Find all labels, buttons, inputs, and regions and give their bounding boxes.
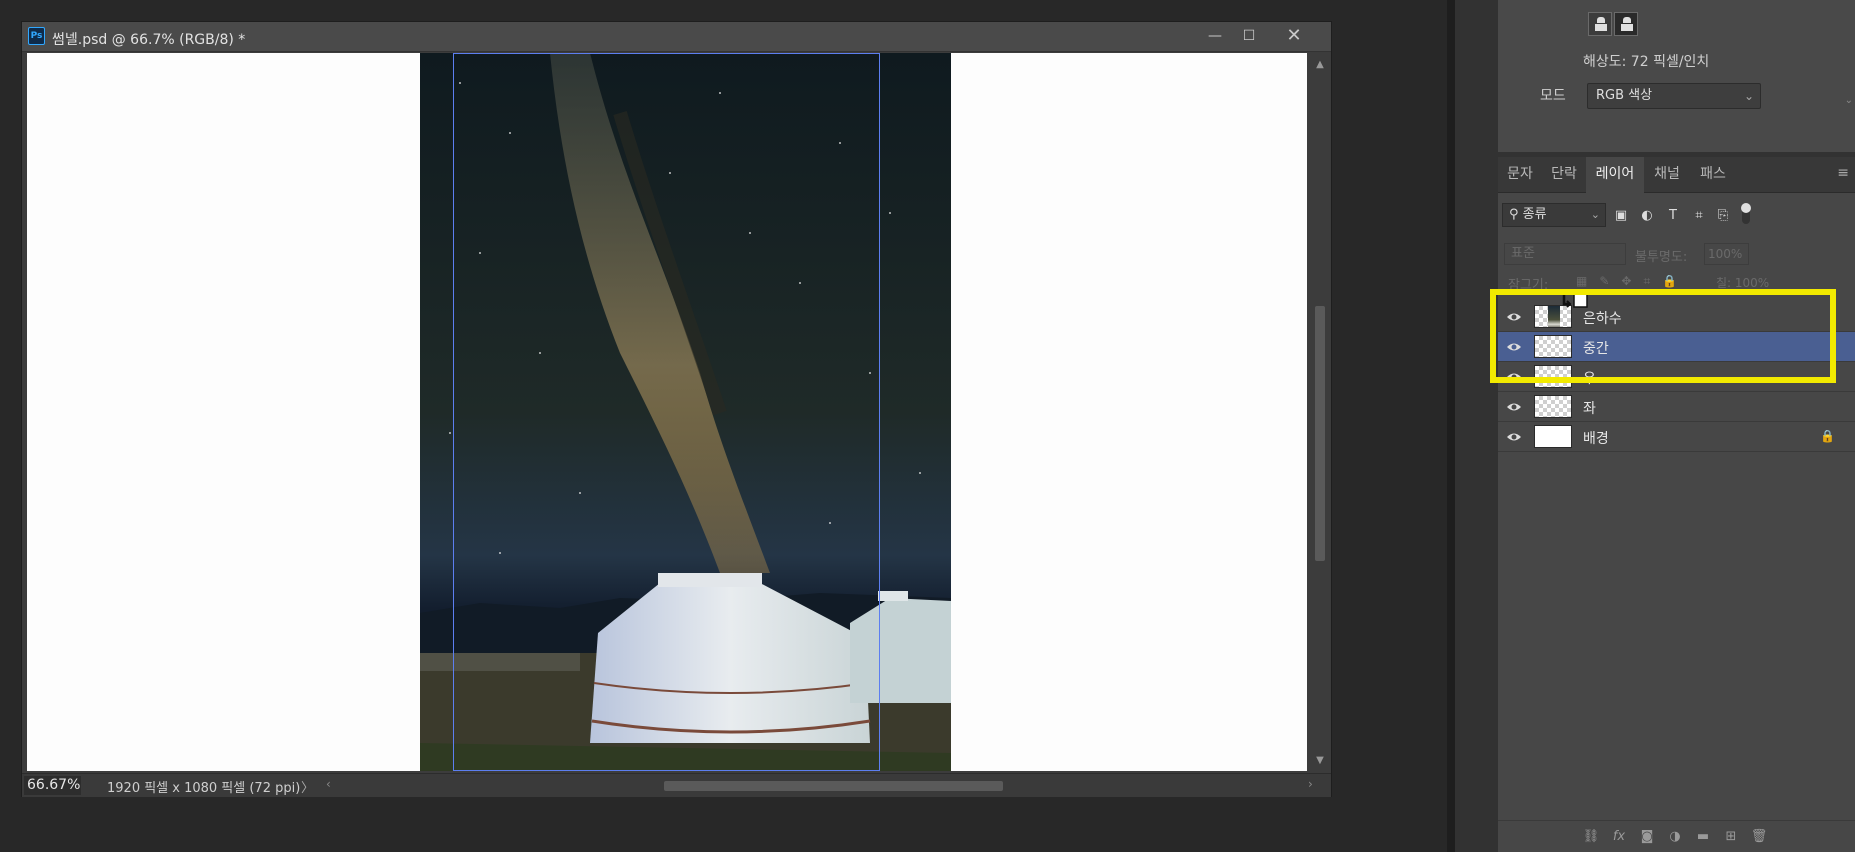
layer-name: 배경	[1583, 431, 1609, 447]
properties-panel: 해상도: 72 픽셀/인치 모드 RGB 색상 ⌄ ⌄	[1498, 0, 1855, 152]
layer-name: 은하수	[1583, 311, 1622, 327]
layer-row-background[interactable]: 배경 🔒	[1498, 422, 1855, 452]
shape-filter-icon[interactable]: ⌗	[1690, 208, 1708, 224]
color-mode-select[interactable]: RGB 색상 ⌄	[1587, 83, 1761, 109]
layer-row-right[interactable]: 우	[1498, 362, 1855, 392]
layer-kind-select[interactable]: ⚲ 종류 ⌄	[1502, 203, 1606, 227]
maximize-button[interactable]: ☐	[1232, 22, 1266, 52]
link-layers-icon[interactable]: ⛓	[1582, 829, 1600, 845]
filter-toggle[interactable]	[1741, 203, 1751, 224]
panel-menu-icon[interactable]: ≡	[1837, 165, 1849, 181]
chevron-down-icon: ⌄	[1590, 208, 1600, 221]
fx-icon[interactable]: fx	[1610, 829, 1628, 845]
eye-icon[interactable]	[1506, 309, 1522, 325]
eye-icon[interactable]	[1506, 339, 1522, 355]
smart-object-filter-icon[interactable]: ⎘	[1714, 208, 1732, 224]
new-layer-icon[interactable]: ⊞	[1722, 829, 1740, 845]
type-filter-icon[interactable]: T	[1664, 208, 1682, 224]
eye-icon[interactable]	[1506, 399, 1522, 415]
minimize-button[interactable]: —	[1198, 22, 1232, 52]
blend-mode-select[interactable]: 표준	[1504, 243, 1626, 265]
adjustment-filter-icon[interactable]: ◐	[1638, 208, 1656, 224]
search-icon: ⚲	[1509, 207, 1519, 222]
scroll-down-icon[interactable]: ▼	[1310, 755, 1330, 766]
fill-label: 칠: 100%	[1716, 276, 1770, 290]
layers-list: 은하수 중간 우 좌 배경 🔒	[1498, 302, 1855, 452]
trash-icon[interactable]: 🗑	[1750, 829, 1768, 845]
chevron-down-icon: ⌄	[1743, 89, 1754, 103]
resolution-text: 해상도: 72 픽셀/인치	[1583, 54, 1710, 70]
layers-panel: 문자 단락 레이어 채널 패스 ≡ ⚲ 종류 ⌄ ▣ ◐ T ⌗ ⎘ 표준 불투…	[1498, 157, 1855, 852]
document-title-bar[interactable]: Ps 썸넬.psd @ 66.7% (RGB/8) * — ☐ ✕	[22, 22, 1331, 52]
mode-label: 모드	[1540, 88, 1566, 104]
right-panels: 해상도: 72 픽셀/인치 모드 RGB 색상 ⌄ ⌄ 문자 단락 레이어 채널…	[1455, 0, 1855, 852]
tab-paragraph[interactable]: 단락	[1542, 157, 1586, 193]
new-group-icon[interactable]: ▬	[1694, 829, 1712, 845]
layer-name: 좌	[1583, 401, 1596, 417]
close-button[interactable]: ✕	[1277, 22, 1311, 52]
layer-filter-row: ⚲ 종류 ⌄ ▣ ◐ T ⌗ ⎘	[1498, 201, 1855, 231]
add-mask-icon[interactable]: ◙	[1638, 829, 1656, 845]
lock-row: 잠그기: ▦✎✥⌗🔒 칠: 100%	[1498, 274, 1855, 296]
landscape-orientation-icon[interactable]	[1614, 12, 1638, 36]
layer-thumbnail	[1534, 395, 1572, 418]
layer-row-middle[interactable]: 중간	[1498, 332, 1855, 362]
scroll-left-icon[interactable]: ‹	[326, 777, 331, 791]
pixel-filter-icon[interactable]: ▣	[1612, 208, 1630, 224]
layers-bottom-bar: ⛓ fx ◙ ◑ ▬ ⊞ 🗑	[1498, 820, 1855, 852]
scroll-up-icon[interactable]: ▲	[1310, 59, 1330, 70]
layer-name: 중간	[1583, 341, 1609, 357]
layer-kind-value: 종류	[1522, 207, 1547, 222]
status-bar: 66.67% 1920 픽셀 x 1080 픽셀 (72 ppi) 〉 ‹ ›	[22, 773, 1331, 797]
panel-tabs: 문자 단락 레이어 채널 패스 ≡	[1498, 157, 1855, 193]
adjustment-layer-icon[interactable]: ◑	[1666, 829, 1684, 845]
panel-divider[interactable]	[1447, 0, 1455, 852]
horizontal-scrollbar[interactable]: ‹ ›	[322, 776, 1317, 795]
scroll-right-icon[interactable]: ›	[1308, 777, 1313, 791]
horizontal-scroll-thumb[interactable]	[664, 781, 1003, 791]
eye-icon[interactable]	[1506, 429, 1522, 445]
opacity-field[interactable]: 100%	[1704, 243, 1749, 265]
clipping-mask-cursor-icon	[1562, 293, 1588, 308]
tab-channels[interactable]: 채널	[1644, 157, 1690, 193]
status-menu-arrow-icon[interactable]: 〉	[301, 777, 314, 796]
document-title: 썸넬.psd @ 66.7% (RGB/8) *	[52, 32, 246, 48]
layer-thumbnail	[1534, 425, 1572, 448]
layer-row-left[interactable]: 좌	[1498, 392, 1855, 422]
selection-guide	[453, 53, 880, 771]
tab-character[interactable]: 문자	[1498, 157, 1542, 193]
document-size: 1920 픽셀 x 1080 픽셀 (72 ppi)	[107, 781, 301, 796]
portrait-orientation-icon[interactable]	[1588, 12, 1612, 36]
layer-thumbnail	[1534, 335, 1572, 358]
layer-name: 우	[1583, 371, 1596, 387]
tab-layers[interactable]: 레이어	[1586, 157, 1644, 193]
eye-icon[interactable]	[1506, 369, 1522, 385]
photoshop-icon: Ps	[28, 27, 45, 45]
canvas[interactable]	[27, 53, 1307, 771]
vertical-scrollbar[interactable]: ▲ ▼	[1310, 53, 1330, 771]
opacity-label: 불투명도:	[1635, 250, 1688, 265]
color-mode-value: RGB 색상	[1596, 88, 1653, 103]
lock-label: 잠그기:	[1508, 278, 1549, 293]
panel-scroll-down-icon[interactable]: ⌄	[1845, 95, 1853, 106]
tab-paths[interactable]: 패스	[1690, 157, 1736, 193]
zoom-field[interactable]: 66.67%	[24, 776, 81, 795]
layer-row-milky-way[interactable]: 은하수	[1498, 302, 1855, 332]
lock-icon: 🔒	[1820, 429, 1835, 443]
layer-thumbnail	[1534, 365, 1572, 388]
document-window: Ps 썸넬.psd @ 66.7% (RGB/8) * — ☐ ✕ ▲ ▼ 66…	[21, 21, 1332, 797]
vertical-scroll-thumb[interactable]	[1315, 306, 1325, 561]
lock-options-icon[interactable]: ▦✎✥⌗🔒	[1576, 274, 1689, 289]
blend-row: 표준 불투명도: 100%	[1498, 241, 1855, 267]
